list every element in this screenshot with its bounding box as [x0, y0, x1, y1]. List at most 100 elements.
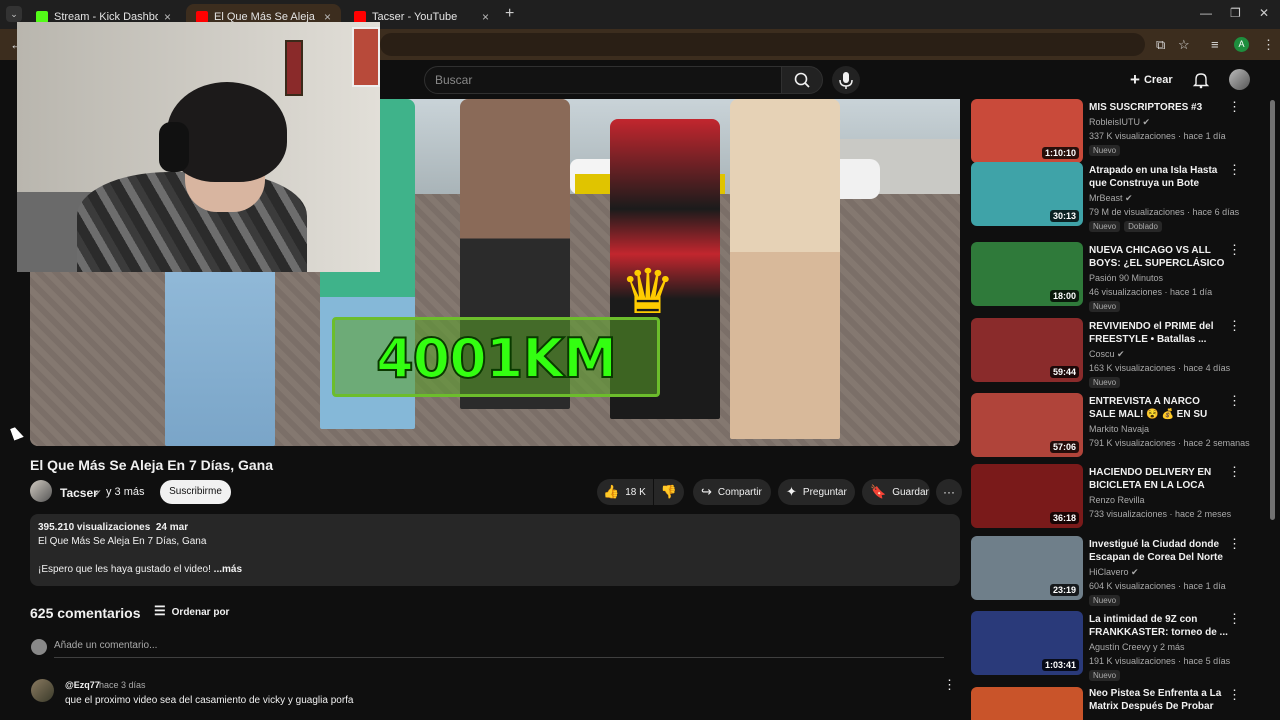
youtube-favicon-icon	[196, 10, 208, 23]
tab-search-button[interactable]: ⌄	[6, 6, 22, 22]
rec-channel[interactable]: Coscu ✔	[1089, 349, 1125, 360]
rec-title[interactable]: La intimidad de 9Z con FRANKKASTER: torn…	[1089, 613, 1229, 639]
recommendation-item[interactable]: 36:18 HACIENDO DELIVERY EN BICICLETA EN …	[971, 464, 1261, 530]
video-thumbnail[interactable]: 23:19	[971, 536, 1083, 600]
bookmark-star-icon[interactable]: ☆	[1178, 37, 1190, 53]
video-thumbnail[interactable]: 57:06	[971, 393, 1083, 457]
rec-title[interactable]: REVIVIENDO el PRIME del FREESTYLE • Bata…	[1089, 320, 1229, 346]
rec-channel[interactable]: Renzo Revilla	[1089, 495, 1145, 505]
kick-favicon-icon	[36, 10, 48, 23]
video-thumbnail[interactable]	[971, 687, 1083, 720]
chrome-menu-icon[interactable]: ⋮	[1262, 37, 1275, 53]
verified-check-icon: ✔	[1125, 193, 1133, 203]
recommendation-item[interactable]: 30:13 Atrapado en una Isla Hasta que Con…	[971, 162, 1261, 232]
media-controls-icon[interactable]: ≡	[1211, 37, 1219, 52]
rec-title[interactable]: Investigué la Ciudad donde Escapan de Co…	[1089, 538, 1229, 564]
recommendation-item[interactable]: 59:44 REVIVIENDO el PRIME del FREESTYLE …	[971, 318, 1261, 388]
rec-channel[interactable]: Agustín Creevy y 2 más	[1089, 642, 1185, 652]
rec-channel[interactable]: Markito Navaja	[1089, 424, 1149, 434]
address-bar[interactable]	[380, 33, 1145, 56]
rec-kebab-icon[interactable]: ⋮	[1228, 611, 1241, 627]
video-thumbnail[interactable]: 18:00	[971, 242, 1083, 306]
more-actions-button[interactable]: ···	[936, 479, 962, 505]
voice-search-button[interactable]	[832, 66, 860, 94]
recommendation-item[interactable]: 57:06 ENTREVISTA A NARCO SALE MAL! 😵 💰 E…	[971, 393, 1261, 459]
close-tab-icon[interactable]: ×	[482, 10, 489, 24]
view-count: 395.210 visualizaciones	[38, 522, 151, 533]
rec-title[interactable]: Neo Pistea Se Enfrenta a La Matrix Despu…	[1089, 687, 1229, 714]
rec-channel[interactable]: HiClavero ✔	[1089, 567, 1139, 578]
maximize-icon[interactable]: ❐	[1230, 6, 1241, 20]
rec-meta: 733 visualizaciones · hace 2 meses	[1089, 509, 1232, 519]
sort-label: Ordenar por	[171, 607, 230, 618]
rec-kebab-icon[interactable]: ⋮	[1228, 687, 1241, 703]
video-thumbnail[interactable]: 30:13	[971, 162, 1083, 226]
recommendation-item[interactable]: Neo Pistea Se Enfrenta a La Matrix Despu…	[971, 687, 1261, 720]
share-button[interactable]: ↪ Compartir	[693, 479, 771, 505]
rec-channel[interactable]: RobleisIUTU ✔	[1089, 117, 1150, 128]
video-thumbnail[interactable]: 1:03:41	[971, 611, 1083, 675]
comment-author[interactable]: @Ezq77	[65, 680, 100, 690]
rec-kebab-icon[interactable]: ⋮	[1228, 536, 1241, 552]
subscribe-button[interactable]: Suscribirme	[160, 480, 231, 504]
sort-comments-button[interactable]: ☰ Ordenar por	[154, 603, 229, 619]
rec-title[interactable]: Atrapado en una Isla Hasta que Construya…	[1089, 164, 1229, 190]
save-button[interactable]: 🔖 Guardar	[862, 479, 930, 505]
video-duration: 30:13	[1049, 210, 1079, 222]
video-thumbnail[interactable]: 59:44	[971, 318, 1083, 382]
rec-title[interactable]: NUEVA CHICAGO VS ALL BOYS: ¿EL SUPERCLÁS…	[1089, 244, 1229, 271]
page-scrollbar[interactable]	[1270, 100, 1275, 520]
notifications-bell-icon[interactable]	[1192, 71, 1210, 89]
verified-check-icon: ✔	[1142, 117, 1151, 127]
channel-collaborators[interactable]: y 3 más	[106, 486, 145, 498]
dislike-button[interactable]: 👎	[654, 479, 684, 505]
channel-name[interactable]: Tacser	[60, 486, 98, 500]
search-button[interactable]	[781, 66, 823, 94]
recommendation-item[interactable]: 18:00 NUEVA CHICAGO VS ALL BOYS: ¿EL SUP…	[971, 242, 1261, 312]
rec-title[interactable]: MIS SUSCRIPTORES #3	[1089, 101, 1229, 114]
thumbs-up-icon: 👍	[603, 484, 620, 499]
video-thumbnail[interactable]: 1:10:10	[971, 99, 1083, 163]
video-duration: 18:00	[1049, 290, 1079, 302]
video-duration: 23:19	[1049, 584, 1079, 596]
ask-label: Preguntar	[802, 486, 847, 498]
verified-check-icon: ✔	[1117, 349, 1125, 359]
cast-icon[interactable]: ⧉	[1156, 37, 1165, 53]
thumbs-down-icon: 👎	[660, 484, 678, 499]
rec-kebab-icon[interactable]: ⋮	[1228, 464, 1241, 480]
rec-title[interactable]: ENTREVISTA A NARCO SALE MAL! 😵 💰 EN SU P…	[1089, 395, 1229, 422]
account-avatar[interactable]	[1229, 69, 1250, 90]
search-input[interactable]: Buscar	[424, 66, 782, 94]
rec-title[interactable]: HACIENDO DELIVERY EN BICICLETA EN LA LOC…	[1089, 466, 1229, 493]
channel-avatar[interactable]	[30, 480, 52, 502]
rec-meta: 46 visualizaciones · hace 1 día	[1089, 287, 1213, 297]
comment-text: que el proximo video sea del casamiento …	[65, 695, 354, 706]
video-thumbnail[interactable]: 36:18	[971, 464, 1083, 528]
ask-button[interactable]: ✦ Preguntar	[778, 479, 855, 505]
recommendation-item[interactable]: 23:19 Investigué la Ciudad donde Escapan…	[971, 536, 1261, 606]
comment-time[interactable]: hace 3 días	[99, 680, 146, 690]
recommendation-item[interactable]: 1:10:10 MIS SUSCRIPTORES #3 RobleisIUTU …	[971, 99, 1261, 165]
rec-meta: 163 K visualizaciones · hace 4 días	[1089, 363, 1231, 373]
rec-kebab-icon[interactable]: ⋮	[1228, 393, 1241, 409]
microphone-icon	[839, 72, 853, 89]
recommendation-item[interactable]: 1:03:41 La intimidad de 9Z con FRANKKAST…	[971, 611, 1261, 681]
rec-kebab-icon[interactable]: ⋮	[1228, 318, 1241, 334]
new-tab-button[interactable]: +	[505, 5, 514, 23]
rec-kebab-icon[interactable]: ⋮	[1228, 162, 1241, 178]
rec-channel[interactable]: MrBeast ✔	[1089, 193, 1133, 204]
video-person-beige	[730, 99, 840, 439]
add-comment-input[interactable]: Añade un comentario...	[54, 640, 944, 658]
minimize-icon[interactable]: —	[1200, 6, 1212, 20]
tab-label: Stream - Kick Dashboard	[54, 10, 158, 23]
like-button[interactable]: 👍 18 K	[597, 479, 653, 505]
comment-kebab-icon[interactable]: ⋮	[943, 677, 956, 693]
commenter-avatar[interactable]	[31, 679, 54, 702]
rec-channel[interactable]: Pasión 90 Minutos	[1089, 273, 1163, 283]
rec-kebab-icon[interactable]: ⋮	[1228, 99, 1241, 115]
browser-profile-avatar[interactable]: A	[1234, 37, 1249, 52]
create-button[interactable]: + Crear	[1124, 68, 1179, 92]
description-more-link[interactable]: ...más	[214, 564, 242, 575]
close-window-icon[interactable]: ✕	[1259, 6, 1269, 20]
rec-kebab-icon[interactable]: ⋮	[1228, 242, 1241, 258]
